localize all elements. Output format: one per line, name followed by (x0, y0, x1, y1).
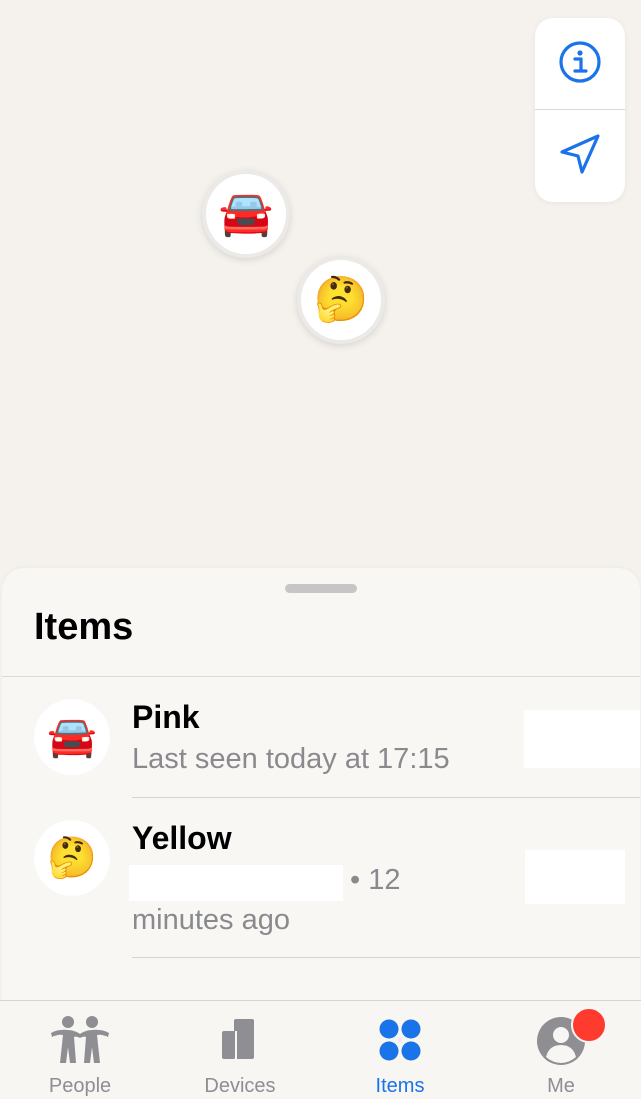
item-status: Last seen today at 17:15 (132, 743, 450, 775)
tab-bar: People Devices Items Me (0, 1000, 641, 1098)
redacted-block (524, 710, 640, 768)
item-status-time: • 12 (350, 864, 401, 896)
row-divider (132, 957, 640, 958)
car-emoji-icon: 🚘 (218, 189, 274, 238)
thinking-face-emoji-icon: 🤔 (313, 275, 369, 324)
tab-items[interactable]: Items (320, 1001, 480, 1099)
item-name: Yellow (132, 820, 232, 856)
item-row-yellow[interactable]: 🤔 Yellow • 12 minutes ago (2, 798, 640, 958)
info-icon (556, 38, 604, 91)
map-view[interactable]: 🚘 🤔 (0, 0, 641, 600)
item-row-pink[interactable]: 🚘 Pink Last seen today at 17:15 (2, 677, 640, 798)
tab-label: Items (375, 1075, 425, 1097)
thinking-face-emoji-icon: 🤔 (47, 836, 97, 880)
people-icon (48, 1015, 112, 1067)
map-pin-pink[interactable]: 🚘 (202, 170, 290, 258)
redacted-location (129, 865, 343, 901)
tab-me[interactable]: Me (481, 1001, 641, 1099)
item-name: Pink (132, 699, 200, 735)
current-location-button[interactable] (535, 110, 625, 202)
map-info-button[interactable] (535, 18, 625, 110)
item-status-time-cont: minutes ago (132, 904, 290, 936)
item-avatar: 🚘 (34, 699, 110, 775)
car-emoji-icon: 🚘 (47, 715, 97, 759)
map-controls (535, 18, 625, 202)
location-arrow-icon (556, 130, 604, 183)
redacted-block (525, 850, 625, 904)
tab-label: People (48, 1075, 112, 1097)
notification-badge (571, 1007, 607, 1043)
sheet-title: Items (34, 606, 134, 648)
item-avatar: 🤔 (34, 820, 110, 896)
tab-label: Devices (204, 1075, 276, 1097)
items-icon (368, 1015, 432, 1067)
devices-icon (208, 1015, 272, 1067)
sheet-grabber[interactable] (285, 584, 357, 593)
items-sheet: Items 🚘 Pink Last seen today at 17:15 🤔 … (2, 568, 640, 1002)
map-pin-yellow[interactable]: 🤔 (297, 256, 385, 344)
tab-people[interactable]: People (0, 1001, 160, 1099)
tab-label: Me (547, 1075, 575, 1097)
tab-devices[interactable]: Devices (160, 1001, 320, 1099)
